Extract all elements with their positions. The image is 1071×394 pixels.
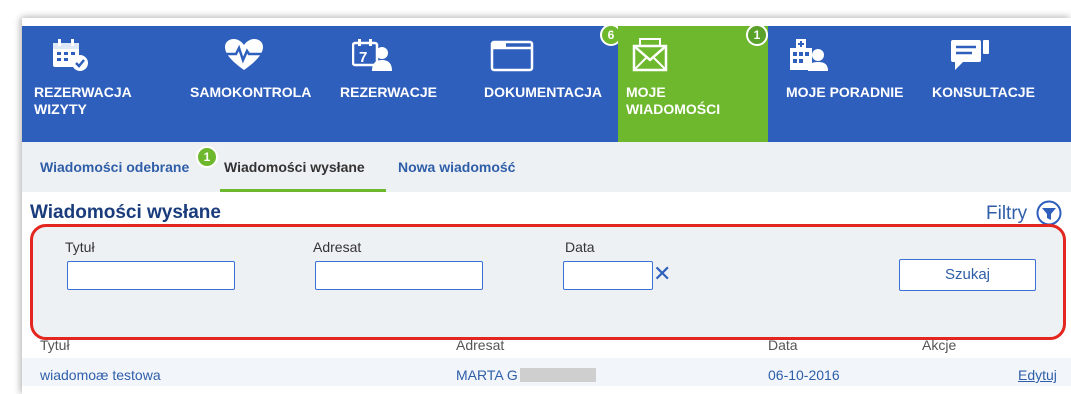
chat-icon (951, 40, 989, 70)
unread-count-badge: 1 (196, 146, 218, 168)
column-header-recipient[interactable]: Adresat (456, 337, 504, 353)
nav-label-line2: WIADOMOŚCI (626, 101, 721, 117)
top-navigation: REZERWACJA WIZYTY SAMOKONTROLA 7 REZERWA… (22, 24, 1071, 142)
svg-text:7: 7 (359, 49, 367, 66)
date-filter-label: Data (565, 239, 595, 255)
active-tab-indicator (220, 189, 386, 192)
filter-panel: Tytuł Adresat Data ✕ Szukaj (30, 224, 1066, 340)
notification-badge: 1 (746, 24, 768, 46)
edit-link[interactable]: Edytuj (1018, 367, 1057, 383)
nav-konsultacje[interactable]: KONSULTACJE (918, 26, 1071, 142)
heart-pulse-icon (225, 39, 263, 70)
nav-samokontrola[interactable]: SAMOKONTROLA (174, 26, 328, 142)
nav-label-line1: MOJE PORADNIE (786, 84, 904, 100)
folder-icon (490, 40, 534, 72)
filters-toggle[interactable]: Filtry (986, 203, 1027, 225)
clear-date-icon[interactable]: ✕ (653, 261, 671, 287)
date-filter-input[interactable] (563, 261, 653, 290)
column-header-actions: Akcje (922, 337, 957, 353)
calendar-check-icon (53, 39, 88, 71)
filter-icon[interactable] (1036, 200, 1062, 226)
calendar-person-icon: 7 (352, 39, 392, 71)
nav-label-line1: MOJE (626, 84, 666, 100)
nav-label-line1: SAMOKONTROLA (190, 84, 312, 100)
message-title-link[interactable]: wiadomoæ testowa (40, 367, 161, 383)
nav-moje-poradnie[interactable]: MOJE PORADNIE (768, 26, 918, 142)
envelope-icon (632, 38, 668, 72)
tab-received-messages[interactable]: Wiadomości odebrane (40, 159, 189, 175)
redacted-surname (520, 368, 596, 382)
hospital-icon (790, 39, 828, 71)
nav-rezerwacje[interactable]: 7 REZERWACJE (328, 26, 458, 142)
nav-label-line2: WIZYTY (34, 101, 87, 117)
sub-navigation: Wiadomości odebrane Wiadomości wysłane N… (22, 142, 1071, 192)
app-frame: REZERWACJA WIZYTY SAMOKONTROLA 7 REZERWA… (22, 18, 1071, 394)
nav-dokumentacja[interactable]: 6 DOKUMENTACJA (458, 24, 622, 142)
tab-new-message[interactable]: Nowa wiadomość (398, 159, 515, 175)
recipient-filter-input[interactable] (315, 261, 483, 290)
message-date: 06-10-2016 (768, 367, 840, 383)
page-title: Wiadomości wysłane (30, 202, 221, 223)
column-header-date[interactable]: Data (768, 337, 798, 353)
nav-moje-wiadomosci[interactable]: 1 MOJE WIADOMOŚCI (618, 24, 768, 142)
nav-label-line1: REZERWACJE (340, 84, 437, 100)
nav-rezerwacja-wizyty[interactable]: REZERWACJA WIZYTY (22, 26, 174, 142)
nav-label-line1: KONSULTACJE (932, 84, 1035, 100)
nav-label-line1: REZERWACJA (34, 84, 132, 100)
column-header-title[interactable]: Tytuł (40, 337, 70, 353)
nav-label-line1: DOKUMENTACJA (484, 84, 602, 100)
title-filter-input[interactable] (67, 261, 235, 290)
recipient-filter-label: Adresat (313, 239, 362, 255)
tab-sent-messages[interactable]: Wiadomości wysłane (224, 159, 365, 175)
title-filter-label: Tytuł (65, 239, 95, 255)
message-recipient: MARTA G (456, 367, 518, 383)
search-button[interactable]: Szukaj (899, 259, 1036, 291)
